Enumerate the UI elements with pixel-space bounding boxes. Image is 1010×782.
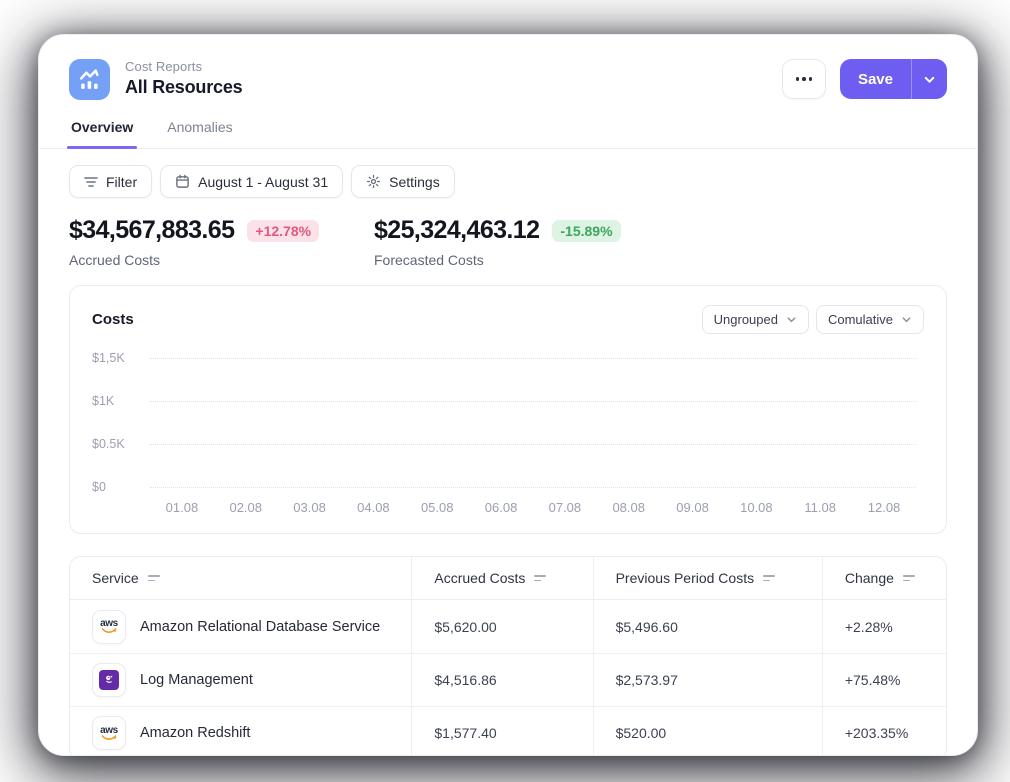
services-table: Service Accrued Costs Previous Period Co… [69, 556, 947, 756]
table-body: aws Amazon Relational Database Service $… [70, 600, 946, 756]
filter-icon [84, 176, 98, 188]
x-axis-tick-label: 11.08 [788, 500, 852, 515]
x-axis-tick-label: 01.08 [150, 500, 214, 515]
previous-period-cost-cell: $520.00 [593, 707, 822, 756]
kpi-row: $34,567,883.65 +12.78% Accrued Costs $25… [69, 216, 947, 268]
kpi-delta-badge: +12.78% [247, 220, 319, 242]
kpi-value: $25,324,463.12 [374, 216, 539, 245]
kpi-forecasted-costs: $25,324,463.12 -15.89% Forecasted Costs [374, 216, 679, 268]
table-row[interactable]: aws Log Management $4,516.86 $2,573.97 +… [70, 653, 946, 706]
service-logo: aws [92, 610, 126, 644]
chevron-down-icon [923, 73, 936, 86]
service-name: Amazon Relational Database Service [140, 619, 380, 635]
change-cell: +75.48% [822, 654, 946, 706]
x-axis-tick-label: 04.08 [341, 500, 405, 515]
ellipsis-icon [796, 77, 813, 81]
sort-icon [148, 575, 160, 581]
sort-icon [763, 575, 775, 581]
gear-icon [366, 174, 381, 189]
service-name: Amazon Redshift [140, 725, 250, 741]
cost-report-chart-icon [69, 59, 110, 100]
column-header-accrued-costs[interactable]: Accrued Costs [411, 557, 592, 599]
tab-bar: Overview Anomalies [39, 115, 977, 149]
cost-reports-window: Cost Reports All Resources Save Overview… [38, 34, 978, 756]
y-axis-tick-label: $1K [92, 394, 142, 408]
x-axis-tick-label: 02.08 [214, 500, 278, 515]
save-button[interactable]: Save [840, 59, 911, 99]
filter-toolbar: Filter August 1 - August 31 Settings [69, 165, 947, 198]
gridline [150, 487, 916, 488]
x-axis-tick-label: 08.08 [597, 500, 661, 515]
cumulative-dropdown[interactable]: Comulative [816, 305, 924, 334]
bars-layer [150, 358, 916, 487]
more-options-button[interactable] [782, 59, 826, 99]
service-name: Log Management [140, 672, 253, 688]
tab-overview[interactable]: Overview [69, 115, 135, 148]
previous-period-cost-cell: $5,496.60 [593, 600, 822, 653]
kpi-delta-badge: -15.89% [552, 220, 620, 242]
page-title: All Resources [125, 77, 242, 98]
kpi-label: Accrued Costs [69, 252, 374, 268]
filter-button[interactable]: Filter [69, 165, 152, 198]
chart-x-axis: 01.0802.0803.0804.0805.0806.0807.0808.08… [150, 500, 916, 515]
x-axis-tick-label: 03.08 [278, 500, 342, 515]
accrued-cost-cell: $4,516.86 [411, 654, 592, 706]
accrued-cost-cell: $1,577.40 [411, 707, 592, 756]
column-header-previous-period-costs[interactable]: Previous Period Costs [593, 557, 822, 599]
y-axis-tick-label: $1,5K [92, 351, 142, 365]
change-cell: +203.35% [822, 707, 946, 756]
datadog-icon [99, 670, 119, 690]
kpi-accrued-costs: $34,567,883.65 +12.78% Accrued Costs [69, 216, 374, 268]
accrued-cost-cell: $5,620.00 [411, 600, 592, 653]
sort-icon [903, 575, 915, 581]
table-row[interactable]: aws Amazon Relational Database Service $… [70, 600, 946, 653]
aws-icon: aws [100, 726, 118, 741]
aws-icon: aws [100, 619, 118, 634]
change-cell: +2.28% [822, 600, 946, 653]
chart-plot: $0$0.5K$1K$1,5K [150, 358, 916, 487]
settings-button[interactable]: Settings [351, 165, 455, 198]
breadcrumb: Cost Reports [125, 59, 242, 74]
service-logo: aws [92, 663, 126, 697]
screenshot-stage: Cost Reports All Resources Save Overview… [0, 0, 1010, 782]
y-axis-tick-label: $0 [92, 480, 142, 494]
x-axis-tick-label: 12.08 [852, 500, 916, 515]
tab-anomalies[interactable]: Anomalies [165, 115, 234, 148]
costs-chart-card: Costs Ungrouped Comulative $0$0.5K$1K$1 [69, 285, 947, 534]
chart-title: Costs [92, 311, 134, 328]
calendar-icon [175, 174, 190, 189]
header: Cost Reports All Resources Save [39, 35, 977, 100]
column-header-change[interactable]: Change [822, 557, 946, 599]
x-axis-tick-label: 05.08 [405, 500, 469, 515]
chevron-down-icon [901, 314, 912, 325]
x-axis-tick-label: 09.08 [661, 500, 725, 515]
column-header-service[interactable]: Service [70, 557, 411, 599]
table-header-row: Service Accrued Costs Previous Period Co… [70, 557, 946, 600]
y-axis-tick-label: $0.5K [92, 437, 142, 451]
save-dropdown-button[interactable] [911, 59, 947, 99]
date-range-button[interactable]: August 1 - August 31 [160, 165, 343, 198]
table-row[interactable]: aws Amazon Redshift $1,577.40 $520.00 +2… [70, 706, 946, 756]
x-axis-tick-label: 07.08 [533, 500, 597, 515]
chevron-down-icon [786, 314, 797, 325]
x-axis-tick-label: 06.08 [469, 500, 533, 515]
x-axis-tick-label: 10.08 [724, 500, 788, 515]
group-dropdown[interactable]: Ungrouped [702, 305, 809, 334]
kpi-label: Forecasted Costs [374, 252, 679, 268]
service-logo: aws [92, 716, 126, 750]
previous-period-cost-cell: $2,573.97 [593, 654, 822, 706]
save-split-button: Save [840, 59, 947, 99]
kpi-value: $34,567,883.65 [69, 216, 234, 245]
sort-icon [534, 575, 546, 581]
